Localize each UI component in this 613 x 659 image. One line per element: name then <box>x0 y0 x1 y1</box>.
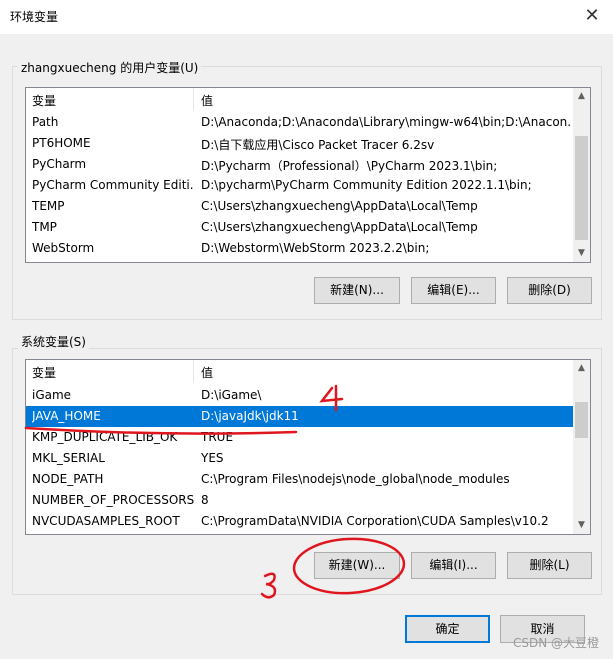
table-row[interactable]: WebStorm D:\Webstorm\WebStorm 2023.2.2\b… <box>26 238 574 259</box>
scroll-up-arrow-icon[interactable]: ▲ <box>573 88 590 105</box>
var-value: D:\自下载应用\Cisco Packet Tracer 6.2sv <box>201 138 435 152</box>
var-name: TMP <box>32 220 57 234</box>
table-row[interactable]: NUMBER_OF_PROCESSORS 8 <box>26 490 574 511</box>
vertical-scrollbar[interactable]: ▲ ▼ <box>573 88 590 262</box>
table-row[interactable]: NVCUDASAMPLES_ROOT C:\ProgramData\NVIDIA… <box>26 511 574 532</box>
var-name: MKL_SERIAL <box>32 451 105 465</box>
table-row[interactable]: NODE_PATH C:\Program Files\nodejs\node_g… <box>26 469 574 490</box>
header-name[interactable]: 变量 <box>32 92 56 109</box>
system-delete-button[interactable]: 删除(L) <box>507 552 592 579</box>
system-edit-button[interactable]: 编辑(I)... <box>411 552 496 579</box>
scroll-down-arrow-icon[interactable]: ▼ <box>573 517 590 534</box>
table-row[interactable]: TMP C:\Users\zhangxuecheng\AppData\Local… <box>26 217 574 238</box>
header-divider[interactable] <box>193 88 194 110</box>
user-new-button[interactable]: 新建(N)... <box>314 277 400 304</box>
watermark: CSDN @大豆橙 <box>512 636 599 650</box>
var-value: TRUE <box>201 430 234 444</box>
var-value: D:\javaJdk\jdk11 <box>201 409 299 423</box>
var-name: NODE_PATH <box>32 472 104 486</box>
scroll-thumb[interactable] <box>575 136 588 240</box>
system-new-button[interactable]: 新建(W)... <box>314 552 400 579</box>
table-row[interactable]: KMP_DUPLICATE_LIB_OK TRUE <box>26 427 574 448</box>
user-vars-list[interactable]: 变量 值 Path D:\Anaconda;D:\Anaconda\Librar… <box>25 87 591 263</box>
var-value: C:\Users\zhangxuecheng\AppData\Local\Tem… <box>201 199 478 213</box>
header-divider[interactable] <box>193 360 194 382</box>
var-value: C:\ProgramData\NVIDIA Corporation\CUDA S… <box>201 514 549 528</box>
user-vars-group-label: zhangxuecheng 的用户变量(U) <box>18 59 202 76</box>
table-row[interactable]: PyCharm D:\Pycharm（Professional）\PyCharm… <box>26 154 574 175</box>
var-value: D:\pycharm\PyCharm Community Edition 202… <box>201 178 532 192</box>
scroll-down-arrow-icon[interactable]: ▼ <box>573 245 590 262</box>
user-edit-button[interactable]: 编辑(E)... <box>411 277 496 304</box>
var-name: NVCUDASAMPLES_ROOT <box>32 514 180 528</box>
system-vars-list[interactable]: 变量 值 iGame D:\iGame\ JAVA_HOME D:\javaJd… <box>25 359 591 535</box>
header-value[interactable]: 值 <box>201 364 213 381</box>
table-row[interactable]: PT6HOME D:\自下载应用\Cisco Packet Tracer 6.2… <box>26 133 574 154</box>
title-bar <box>0 0 613 34</box>
var-name: TEMP <box>32 199 65 213</box>
var-name: NUMBER_OF_PROCESSORS <box>32 493 194 507</box>
var-name: JAVA_HOME <box>32 409 101 423</box>
ok-button[interactable]: 确定 <box>405 615 490 643</box>
table-row[interactable]: TEMP C:\Users\zhangxuecheng\AppData\Loca… <box>26 196 574 217</box>
var-name: PyCharm Community Editi... <box>32 178 194 192</box>
var-name: iGame <box>32 388 72 402</box>
list-header: 变量 值 <box>26 88 590 110</box>
var-value: D:\Anaconda;D:\Anaconda\Library\mingw-w6… <box>201 115 571 129</box>
var-value: YES <box>201 451 224 465</box>
header-value[interactable]: 值 <box>201 92 213 109</box>
list-header: 变量 值 <box>26 360 590 382</box>
var-value: D:\iGame\ <box>201 388 262 402</box>
table-row-selected[interactable]: JAVA_HOME D:\javaJdk\jdk11 <box>26 406 574 427</box>
var-value: C:\Program Files\nodejs\node_global\node… <box>201 472 510 486</box>
var-value: 8 <box>201 493 209 507</box>
table-row[interactable]: Path D:\Anaconda;D:\Anaconda\Library\min… <box>26 112 574 133</box>
vertical-scrollbar[interactable]: ▲ ▼ <box>573 360 590 534</box>
var-name: PT6HOME <box>32 136 91 150</box>
system-vars-group-label: 系统变量(S) <box>18 333 89 350</box>
var-name: Path <box>32 115 59 129</box>
table-row[interactable]: MKL_SERIAL YES <box>26 448 574 469</box>
var-value: D:\Pycharm（Professional）\PyCharm 2023.1\… <box>201 159 498 173</box>
table-row[interactable]: iGame D:\iGame\ <box>26 385 574 406</box>
scroll-up-arrow-icon[interactable]: ▲ <box>573 360 590 377</box>
close-icon[interactable]: ✕ <box>582 6 602 26</box>
var-value: D:\Webstorm\WebStorm 2023.2.2\bin; <box>201 241 430 255</box>
scroll-thumb[interactable] <box>575 402 588 438</box>
var-name: PyCharm <box>32 157 87 171</box>
var-name: KMP_DUPLICATE_LIB_OK <box>32 430 178 444</box>
window-title: 环境变量 <box>10 10 59 24</box>
table-row[interactable]: PyCharm Community Editi... D:\pycharm\Py… <box>26 175 574 196</box>
var-value: C:\Users\zhangxuecheng\AppData\Local\Tem… <box>201 220 478 234</box>
header-name[interactable]: 变量 <box>32 364 56 381</box>
var-name: WebStorm <box>32 241 95 255</box>
user-delete-button[interactable]: 删除(D) <box>507 277 592 304</box>
